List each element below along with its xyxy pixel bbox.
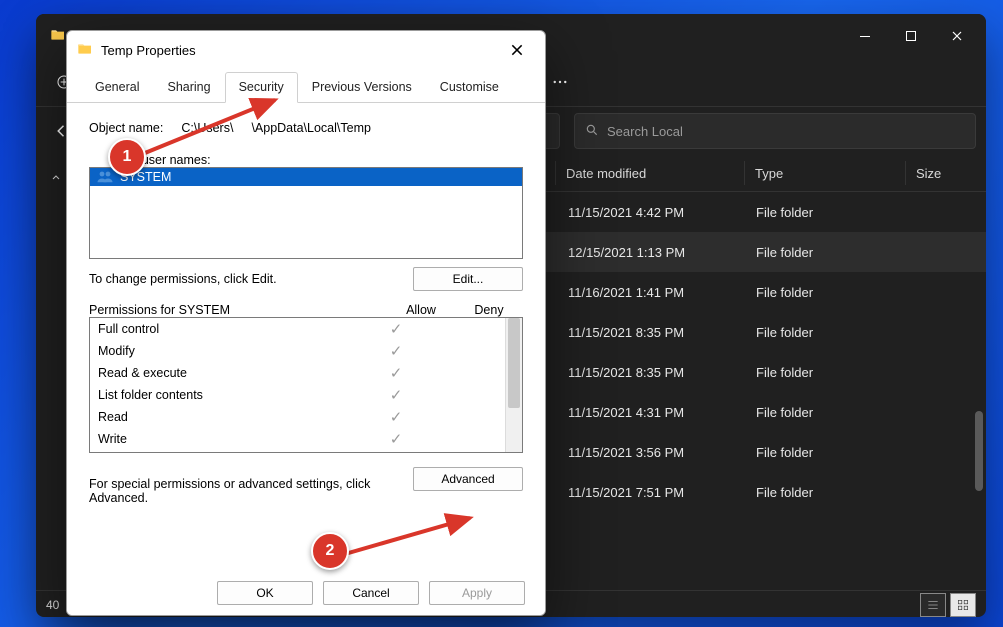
allow-check-icon: ✓ bbox=[362, 386, 430, 404]
advanced-note: For special permissions or advanced sett… bbox=[89, 477, 389, 505]
minimize-button[interactable] bbox=[842, 20, 888, 52]
search-icon bbox=[585, 123, 599, 140]
object-name-label: Object name: bbox=[89, 121, 163, 135]
maximize-button[interactable] bbox=[888, 20, 934, 52]
folder-icon bbox=[50, 27, 66, 46]
object-name-value-1: C:\Users\ bbox=[181, 121, 233, 135]
tab-customise[interactable]: Customise bbox=[426, 72, 513, 103]
security-tab-body: Object name: C:\Users\ \AppData\Local\Te… bbox=[67, 103, 545, 513]
column-size[interactable]: Size bbox=[905, 161, 986, 185]
deny-header: Deny bbox=[455, 303, 523, 317]
more-button[interactable] bbox=[541, 66, 579, 98]
properties-dialog: Temp Properties GeneralSharingSecurityPr… bbox=[66, 30, 546, 616]
desktop: Local Sort View bbox=[0, 0, 1003, 627]
user-list-item[interactable]: SYSTEM bbox=[90, 168, 522, 186]
column-date[interactable]: Date modified bbox=[555, 161, 744, 185]
change-permissions-note: To change permissions, click Edit. bbox=[89, 272, 277, 286]
allow-check-icon: ✓ bbox=[362, 342, 430, 360]
object-name-value-2: \AppData\Local\Temp bbox=[251, 121, 371, 135]
advanced-button[interactable]: Advanced bbox=[413, 467, 523, 491]
ok-button[interactable]: OK bbox=[217, 581, 313, 605]
cancel-button[interactable]: Cancel bbox=[323, 581, 419, 605]
allow-header: Allow bbox=[387, 303, 455, 317]
users-icon bbox=[96, 170, 114, 184]
permission-row: Modify✓ bbox=[90, 340, 506, 362]
apply-button[interactable]: Apply bbox=[429, 581, 525, 605]
close-button[interactable] bbox=[934, 20, 980, 52]
search-placeholder: Search Local bbox=[607, 124, 683, 139]
dialog-titlebar[interactable]: Temp Properties bbox=[67, 31, 545, 69]
permission-row: Read✓ bbox=[90, 406, 506, 428]
tab-general[interactable]: General bbox=[81, 72, 153, 103]
user-list[interactable]: SYSTEM bbox=[89, 167, 523, 259]
view-list-button[interactable] bbox=[920, 593, 946, 617]
dialog-title: Temp Properties bbox=[101, 43, 196, 58]
permission-row: Read & execute✓ bbox=[90, 362, 506, 384]
allow-check-icon: ✓ bbox=[362, 364, 430, 382]
permissions-scrollbar-thumb[interactable] bbox=[508, 318, 520, 408]
view-grid-button[interactable] bbox=[950, 593, 976, 617]
tab-security[interactable]: Security bbox=[225, 72, 298, 103]
allow-check-icon: ✓ bbox=[362, 430, 430, 448]
group-label: user names: bbox=[142, 153, 211, 167]
scrollbar[interactable] bbox=[974, 191, 984, 586]
permissions-list[interactable]: Full control✓Modify✓Read & execute✓List … bbox=[89, 317, 523, 453]
search-input[interactable]: Search Local bbox=[574, 113, 976, 149]
dialog-tabs: GeneralSharingSecurityPrevious VersionsC… bbox=[67, 69, 545, 103]
dialog-footer: OK Cancel Apply bbox=[67, 571, 545, 615]
permission-row: Write✓ bbox=[90, 428, 506, 450]
scrollbar-thumb[interactable] bbox=[975, 411, 983, 491]
permissions-scrollbar[interactable] bbox=[505, 318, 522, 452]
folder-icon bbox=[77, 41, 93, 60]
allow-check-icon: ✓ bbox=[362, 408, 430, 426]
permission-row: List folder contents✓ bbox=[90, 384, 506, 406]
column-type[interactable]: Type bbox=[744, 161, 905, 185]
tab-sharing[interactable]: Sharing bbox=[153, 72, 224, 103]
edit-button[interactable]: Edit... bbox=[413, 267, 523, 291]
permissions-header: Permissions for SYSTEM bbox=[89, 303, 387, 317]
status-count: 40 bbox=[46, 598, 59, 612]
dialog-close-button[interactable] bbox=[497, 35, 537, 65]
permission-row: Full control✓ bbox=[90, 318, 506, 340]
tab-previous-versions[interactable]: Previous Versions bbox=[298, 72, 426, 103]
allow-check-icon: ✓ bbox=[362, 320, 430, 338]
